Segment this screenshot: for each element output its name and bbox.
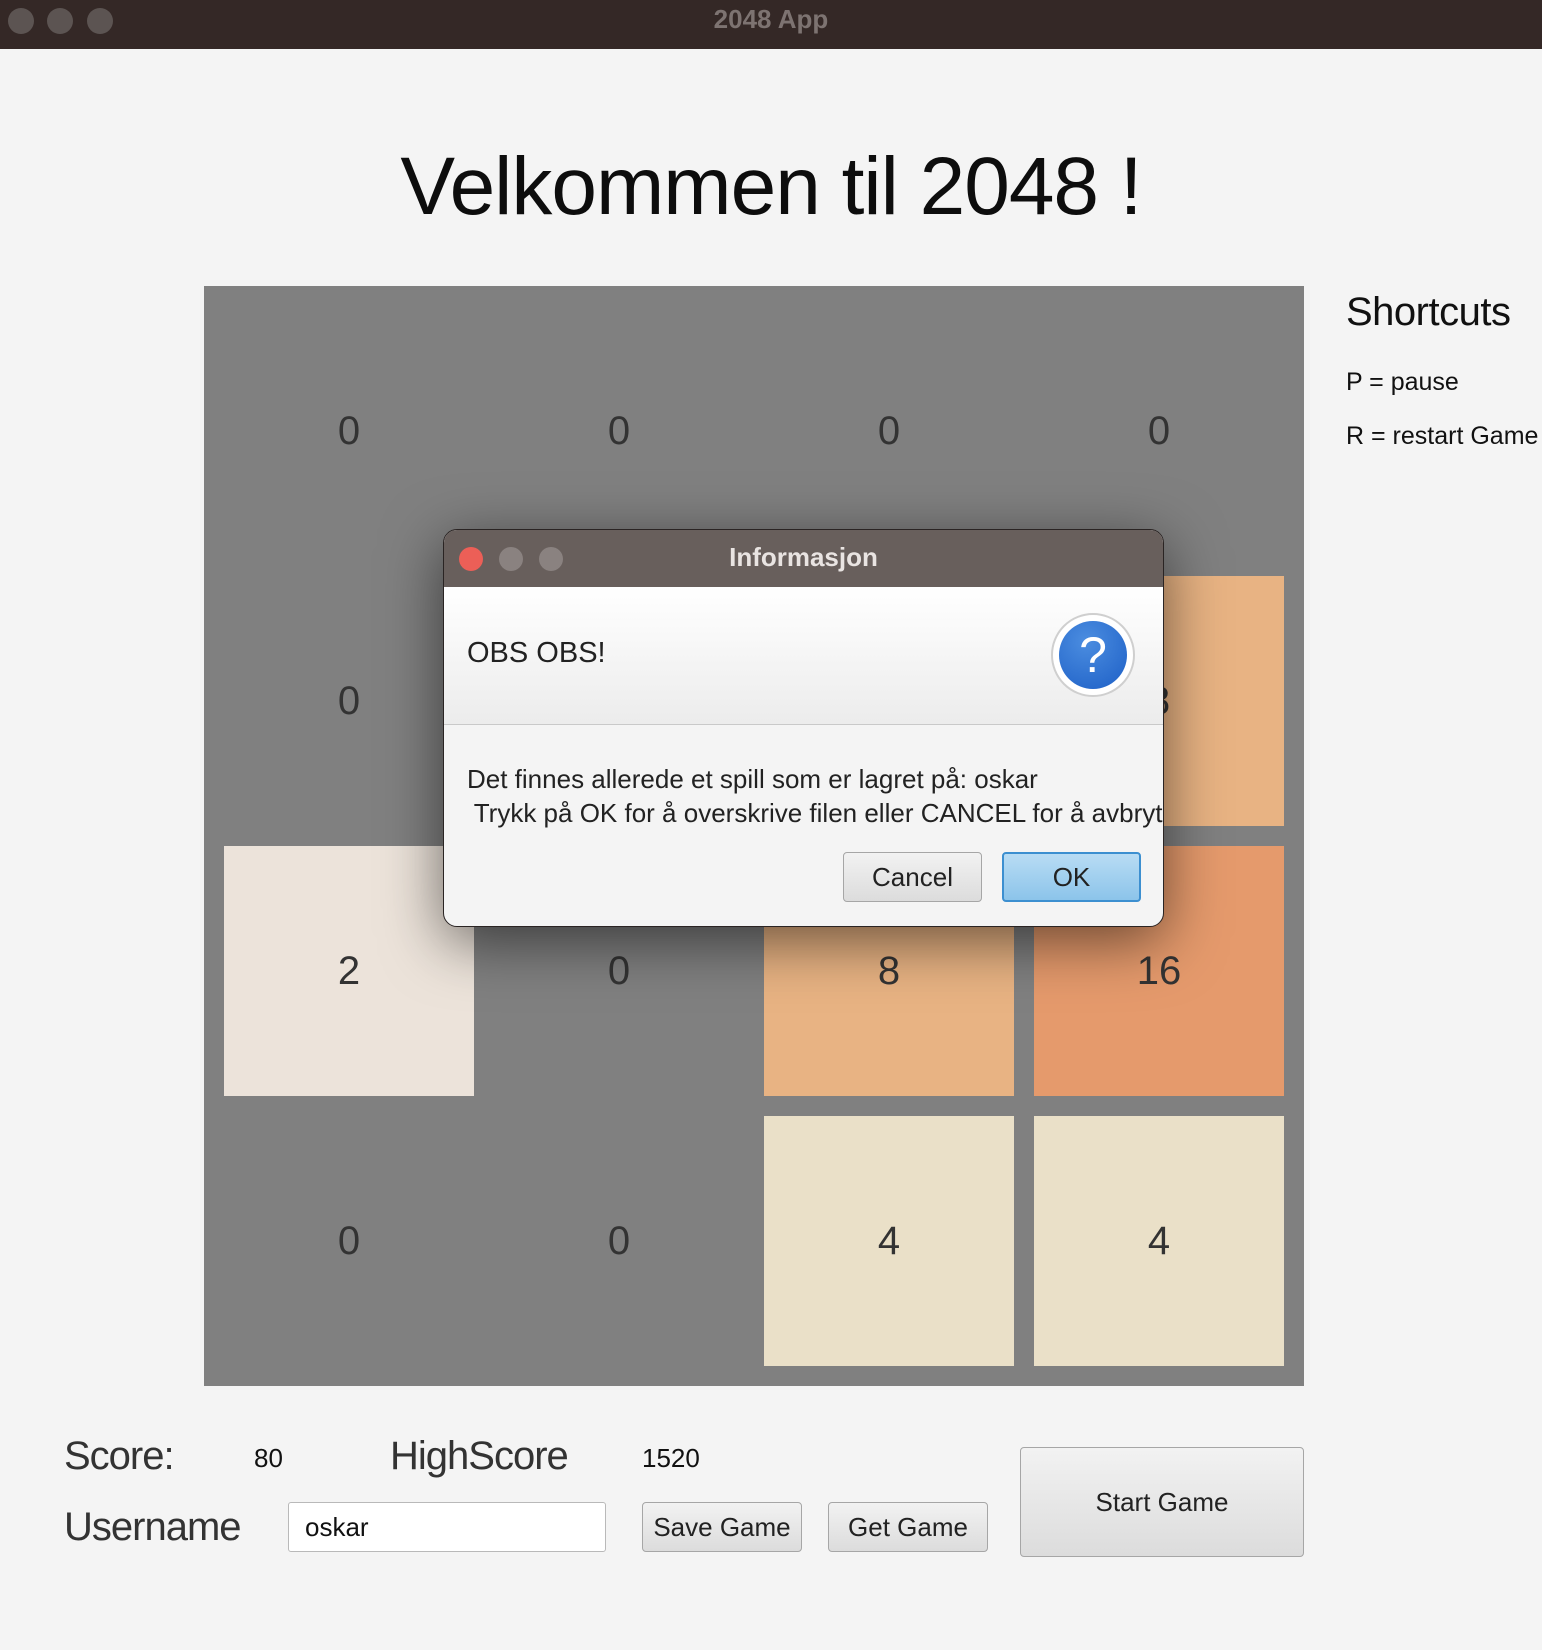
confirm-dialog: Informasjon OBS OBS! ? Det finnes allere… — [443, 529, 1164, 927]
shortcut-pause: P = pause — [1346, 368, 1459, 396]
username-input[interactable]: oskar — [288, 1502, 606, 1552]
username-label: Username — [64, 1505, 242, 1549]
start-game-button[interactable]: Start Game — [1020, 1447, 1304, 1557]
window-title: 2048 App — [713, 4, 829, 34]
dialog-message: Det finnes allerede et spill som er lagr… — [467, 762, 1164, 830]
board-tile: 4 — [764, 1116, 1014, 1366]
dialog-message-line1: Det finnes allerede et spill som er lagr… — [467, 764, 1038, 794]
board-tile: 4 — [1034, 1116, 1284, 1366]
board-tile: 0 — [224, 576, 474, 826]
board-tile: 2 — [224, 846, 474, 1096]
window-titlebar: 2048 App — [0, 0, 1542, 49]
score-value: 80 — [254, 1443, 283, 1473]
board-tile: 0 — [764, 306, 1014, 556]
get-game-button[interactable]: Get Game — [828, 1502, 988, 1552]
ok-button[interactable]: OK — [1002, 852, 1141, 902]
board-tile: 0 — [224, 1116, 474, 1366]
highscore-value: 1520 — [642, 1443, 700, 1473]
question-icon: ? — [1051, 613, 1135, 697]
board-tile: 0 — [494, 1116, 744, 1366]
shortcuts-title: Shortcuts — [1346, 290, 1511, 334]
score-label: Score: — [64, 1434, 175, 1478]
dialog-header: OBS OBS! ? — [444, 587, 1163, 725]
highscore-label: HighScore — [390, 1434, 569, 1478]
dialog-message-line2: Trykk på OK for å overskrive filen eller… — [467, 798, 1164, 828]
dialog-title: Informasjon — [729, 542, 878, 572]
board-tile: 0 — [224, 306, 474, 556]
dialog-header-text: OBS OBS! — [467, 637, 606, 669]
cancel-button[interactable]: Cancel — [843, 852, 982, 902]
shortcut-restart: R = restart Game — [1346, 422, 1539, 450]
board-tile: 0 — [494, 306, 744, 556]
dialog-titlebar: Informasjon — [444, 530, 1163, 587]
board-tile: 0 — [1034, 306, 1284, 556]
page-title: Velkommen til 2048 ! — [400, 141, 1142, 232]
save-game-button[interactable]: Save Game — [642, 1502, 802, 1552]
